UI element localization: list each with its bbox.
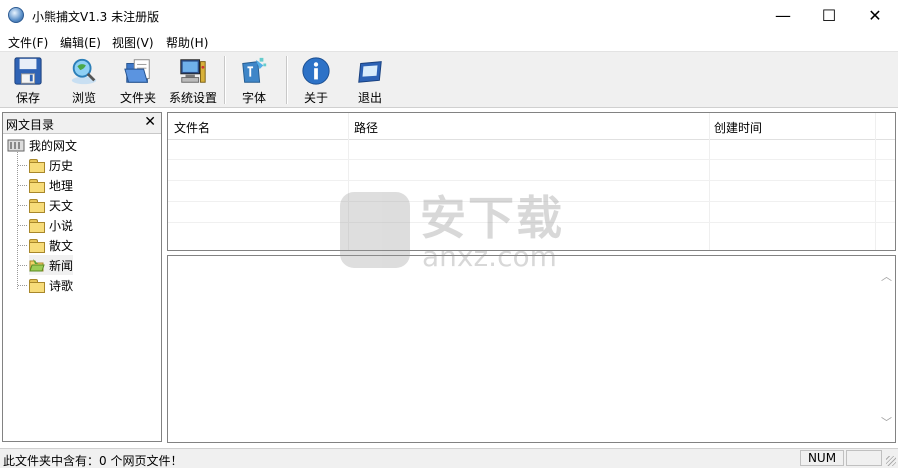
tree-item-news[interactable]: 新闻 xyxy=(29,255,74,275)
tree-item-poetry[interactable]: 诗歌 xyxy=(29,275,73,295)
folder-label: 文件夹 xyxy=(119,91,156,105)
save-label: 保存 xyxy=(15,91,40,105)
tree-line xyxy=(18,165,27,166)
column-divider xyxy=(875,113,876,250)
tree-line xyxy=(18,225,27,226)
directory-panel-header: 网文目录 ✕ xyxy=(3,113,161,134)
status-bar: 此文件夹中含有：0 个网页文件！ NUM xyxy=(0,448,898,468)
folder-icon xyxy=(29,158,45,173)
toolbar-separator xyxy=(224,56,226,104)
settings-label: 系统设置 xyxy=(168,91,217,105)
status-cell xyxy=(846,450,882,466)
folder-icon xyxy=(29,218,45,233)
row-divider xyxy=(168,159,895,160)
tree-item-label: 新闻 xyxy=(49,258,74,273)
num-lock-indicator: NUM xyxy=(800,450,844,466)
toolbar: 保存 浏览 文件夹 系统设置 字体 关于 退出 xyxy=(0,51,898,108)
directory-panel: 网文目录 ✕ 我的网文 历史 地理 天文 小说 散文 新闻 诗歌 xyxy=(2,112,162,442)
tree-line xyxy=(18,185,27,186)
tree-item-history[interactable]: 历史 xyxy=(29,155,73,175)
watermark-title: 安下载 xyxy=(420,191,564,245)
column-header-path[interactable]: 路径 xyxy=(354,119,378,136)
file-list-header: 文件名 路径 创建时间 xyxy=(168,113,895,140)
tree-line xyxy=(18,285,27,286)
exit-button[interactable]: 退出 xyxy=(353,56,387,106)
save-button[interactable]: 保存 xyxy=(10,56,46,106)
minimize-icon: — xyxy=(775,6,791,25)
folder-icon xyxy=(29,178,45,193)
tree-line xyxy=(17,149,18,289)
info-icon xyxy=(302,57,330,85)
watermark: 安下载 anxz.com xyxy=(340,182,580,276)
toolbar-separator xyxy=(286,56,288,104)
title-bar: 小熊捕文V1.3 未注册版 — ☐ ✕ xyxy=(0,0,898,31)
scroll-down-icon[interactable]: ﹀ xyxy=(881,417,892,428)
exit-window-icon xyxy=(358,61,382,83)
row-divider xyxy=(168,180,895,181)
directory-tree: 我的网文 历史 地理 天文 小说 散文 新闻 诗歌 xyxy=(3,135,161,435)
tree-item-label: 散文 xyxy=(49,238,74,253)
tree-item-novel[interactable]: 小说 xyxy=(29,215,73,235)
watermark-subtitle: anxz.com xyxy=(422,240,557,273)
tree-item-prose[interactable]: 散文 xyxy=(29,235,73,255)
browse-label: 浏览 xyxy=(71,91,96,105)
column-header-filename[interactable]: 文件名 xyxy=(174,119,210,136)
font-label: 字体 xyxy=(241,91,266,105)
status-text: 此文件夹中含有：0 个网页文件！ xyxy=(3,454,183,468)
magnifier-globe-icon xyxy=(71,58,97,85)
app-icon xyxy=(8,7,24,23)
tree-root[interactable]: 我的网文 xyxy=(7,135,77,155)
exit-label: 退出 xyxy=(357,91,382,105)
menu-file[interactable]: 文件(F) xyxy=(8,34,48,51)
panel-close-icon[interactable]: ✕ xyxy=(144,114,156,130)
scroll-up-icon[interactable]: ︿ xyxy=(881,271,892,282)
tree-root-label: 我的网文 xyxy=(29,138,78,153)
tree-item-geography[interactable]: 地理 xyxy=(29,175,73,195)
menu-view[interactable]: 视图(V) xyxy=(112,34,154,51)
computer-settings-icon xyxy=(180,59,206,83)
folder-document-icon xyxy=(124,59,150,83)
directory-panel-title: 网文目录 xyxy=(6,118,55,132)
column-divider xyxy=(709,113,710,250)
resize-grip-icon[interactable] xyxy=(886,456,896,466)
browse-button[interactable]: 浏览 xyxy=(66,56,102,106)
menu-help[interactable]: 帮助(H) xyxy=(166,34,208,51)
content-view[interactable]: ︿ ﹀ xyxy=(167,255,896,443)
library-icon xyxy=(7,139,25,152)
about-button[interactable]: 关于 xyxy=(299,56,333,106)
folder-icon xyxy=(29,198,45,213)
tree-item-label: 地理 xyxy=(49,178,74,193)
about-label: 关于 xyxy=(303,91,328,105)
open-folder-icon xyxy=(29,259,45,272)
folder-icon xyxy=(29,238,45,253)
maximize-button[interactable]: ☐ xyxy=(806,0,852,31)
menu-bar: 文件(F) 编辑(E) 视图(V) 帮助(H) xyxy=(0,31,898,51)
maximize-icon: ☐ xyxy=(821,6,837,25)
font-button[interactable]: 字体 xyxy=(236,56,272,106)
floppy-disk-icon xyxy=(14,57,42,85)
folder-button[interactable]: 文件夹 xyxy=(118,56,158,106)
column-header-created[interactable]: 创建时间 xyxy=(714,119,762,136)
font-icon xyxy=(242,57,267,83)
tree-line xyxy=(18,265,27,266)
tree-item-astronomy[interactable]: 天文 xyxy=(29,195,73,215)
watermark-bag-icon xyxy=(340,192,410,268)
tree-item-label: 小说 xyxy=(49,218,74,233)
window-title: 小熊捕文V1.3 未注册版 xyxy=(32,10,160,24)
settings-button[interactable]: 系统设置 xyxy=(167,56,219,106)
menu-edit[interactable]: 编辑(E) xyxy=(60,34,101,51)
tree-item-label: 历史 xyxy=(49,158,74,173)
folder-icon xyxy=(29,278,45,293)
tree-item-label: 天文 xyxy=(49,198,74,213)
close-icon: ✕ xyxy=(868,6,882,25)
tree-line xyxy=(18,205,27,206)
tree-item-label: 诗歌 xyxy=(49,278,74,293)
close-button[interactable]: ✕ xyxy=(852,0,898,31)
minimize-button[interactable]: — xyxy=(760,0,806,31)
vertical-scrollbar[interactable]: ︿ ﹀ xyxy=(878,256,895,442)
tree-line xyxy=(18,245,27,246)
